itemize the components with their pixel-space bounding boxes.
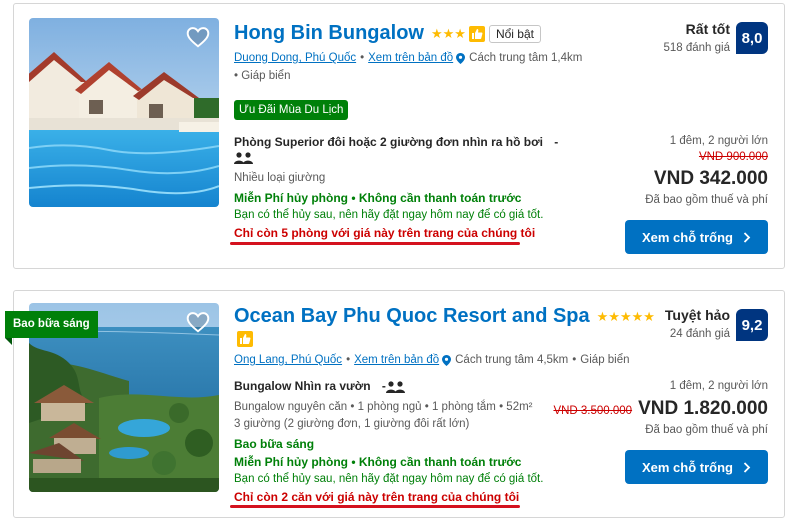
title-line: Hong Bin Bungalow ★★★ Nổi bật xyxy=(234,22,541,45)
star-icon: ★★★★★ xyxy=(596,308,655,324)
review-score-word: Tuyệt hảo xyxy=(664,307,730,323)
room-dash: - xyxy=(554,135,559,149)
property-title[interactable]: Hong Bin Bungalow xyxy=(234,22,424,45)
people-icon xyxy=(386,381,405,393)
review-score-word: Rất tốt xyxy=(685,21,730,37)
location-line: Ong Lang, Phú Quốc • Xem trên bản đồ Các… xyxy=(234,354,630,366)
current-price: VND 342.000 xyxy=(653,168,768,189)
separator: • xyxy=(360,52,365,64)
location-line: Duong Dong, Phú Quốc • Xem trên bản đồ C… xyxy=(234,52,582,64)
people-icon xyxy=(234,152,253,164)
heart-icon[interactable] xyxy=(185,309,211,335)
star-icon: ★★★ xyxy=(430,25,466,41)
bed-info: Nhiều loại giường xyxy=(234,172,326,184)
room-type: Bungalow Nhìn ra vườn - xyxy=(234,379,386,393)
location-link[interactable]: Ong Lang, Phú Quốc xyxy=(234,354,342,366)
review-score-badge[interactable]: 9,2 xyxy=(736,309,768,341)
location-link[interactable]: Duong Dong, Phú Quốc xyxy=(234,52,356,64)
thumbs-up-icon xyxy=(237,331,253,347)
old-price: VND 3.500.000 xyxy=(553,405,633,417)
separator: • xyxy=(346,354,351,366)
cancel-note: Bạn có thể hủy sau, nên hãy đặt ngay hôm… xyxy=(234,473,544,485)
see-availability-label: Xem chỗ trống xyxy=(641,459,733,475)
property-card: Hong Bin Bungalow ★★★ Nổi bật Duong Dong… xyxy=(13,3,785,269)
breakfast-included: Bao bữa sáng xyxy=(234,437,315,451)
review-count: 24 đánh giá xyxy=(669,328,730,340)
breakfast-ribbon: Bao bữa sáng xyxy=(5,311,98,345)
cancel-note: Bạn có thể hủy sau, nên hãy đặt ngay hôm… xyxy=(234,209,544,221)
feature-dot: • xyxy=(234,70,242,82)
thumbs-up-icon xyxy=(468,25,485,42)
red-underline-mark xyxy=(230,505,520,508)
distance-text: Cách trung tâm 1,4km xyxy=(469,52,583,64)
map-link[interactable]: Xem trên bản đồ xyxy=(368,52,453,64)
beachfront-text: Giáp biển xyxy=(241,70,291,82)
free-cancellation: Miễn Phí hủy phòng • Không cần thanh toá… xyxy=(234,455,522,469)
room-type: Phòng Superior đôi hoặc 2 giường đơn nhì… xyxy=(234,135,558,149)
free-cancellation: Miễn Phí hủy phòng • Không cần thanh toá… xyxy=(234,191,522,205)
see-availability-button[interactable]: Xem chỗ trống xyxy=(625,450,768,484)
separator: • xyxy=(572,354,577,366)
bed-info: 3 giường (2 giường đơn, 1 giường đôi rất… xyxy=(234,418,470,430)
nights-guests: 1 đêm, 2 người lớn xyxy=(669,380,768,392)
property-card: Bao bữa sáng Ocean Bay Phu Quoc Resort a… xyxy=(5,290,785,518)
review-score-badge[interactable]: 8,0 xyxy=(736,22,768,54)
property-photo[interactable] xyxy=(29,18,219,207)
map-link[interactable]: Xem trên bản đồ xyxy=(354,354,439,366)
nights-guests: 1 đêm, 2 người lớn xyxy=(669,135,768,147)
red-underline-mark xyxy=(230,242,520,245)
beachfront-text: Giáp biển xyxy=(580,354,630,366)
chevron-right-icon xyxy=(743,231,751,243)
see-availability-label: Xem chỗ trống xyxy=(641,229,733,245)
featured-badge: Nổi bật xyxy=(488,24,541,43)
see-availability-button[interactable]: Xem chỗ trống xyxy=(625,220,768,254)
heart-icon[interactable] xyxy=(185,24,211,50)
room-type-name: Bungalow Nhìn ra vườn xyxy=(234,379,371,393)
unit-details: Bungalow nguyên căn • 1 phòng ngủ • 1 ph… xyxy=(234,401,533,413)
price-row: VND 3.500.000 VND 1.820.000 xyxy=(553,398,768,420)
taxes-note: Đã bao gồm thuế và phí xyxy=(645,194,768,206)
taxes-note: Đã bao gồm thuế và phí xyxy=(645,424,768,436)
scarcity-message: Chỉ còn 2 căn với giá này trên trang của… xyxy=(234,490,520,504)
review-count: 518 đánh giá xyxy=(663,42,730,54)
feature-line: • Giáp biển xyxy=(234,70,290,82)
current-price: VND 1.820.000 xyxy=(638,398,768,419)
distance-text: Cách trung tâm 4,5km xyxy=(455,354,569,366)
title-line: Ocean Bay Phu Quoc Resort and Spa ★★★★★ xyxy=(234,305,655,328)
map-pin-icon xyxy=(456,52,466,64)
deal-badge: Ưu Đãi Mùa Du Lịch xyxy=(234,100,349,120)
room-type-name: Phòng Superior đôi hoặc 2 giường đơn nhì… xyxy=(234,135,543,149)
scarcity-message: Chỉ còn 5 phòng với giá này trên trang c… xyxy=(234,226,536,240)
map-pin-icon xyxy=(442,354,452,366)
property-title[interactable]: Ocean Bay Phu Quoc Resort and Spa xyxy=(234,305,590,328)
old-price: VND 900.000 xyxy=(698,151,768,163)
chevron-right-icon xyxy=(743,461,751,473)
